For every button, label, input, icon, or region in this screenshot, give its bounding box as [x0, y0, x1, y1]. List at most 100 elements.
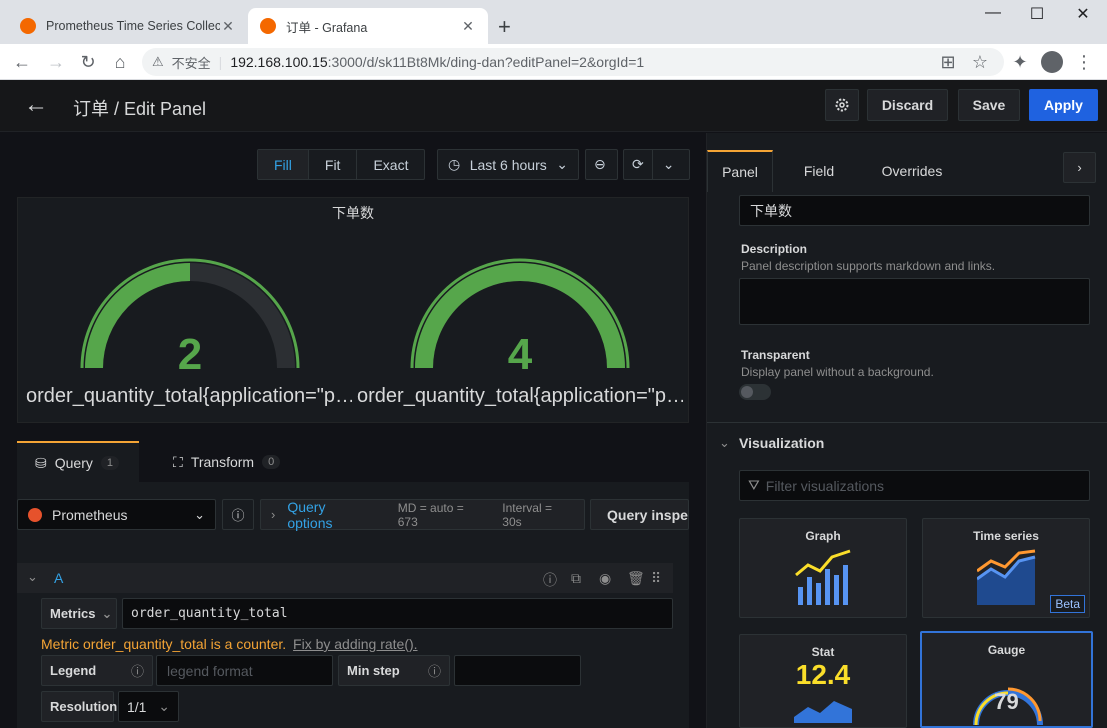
chevron-down-icon: ⌄: [101, 605, 113, 621]
query-ref-id[interactable]: A: [54, 570, 63, 586]
transform-icon: ⛶: [173, 453, 183, 470]
beta-badge: Beta: [1050, 595, 1085, 613]
query-inspector-button[interactable]: Query inspector: [590, 499, 689, 530]
viz-card-title: Time series: [973, 529, 1039, 543]
back-nav-icon[interactable]: ←: [10, 50, 34, 74]
grafana-favicon-icon: [20, 18, 36, 34]
close-tab-icon[interactable]: ✕: [220, 18, 236, 35]
transparent-sub: Display panel without a background.: [741, 365, 934, 379]
resolution-select[interactable]: 1/1 ⌄: [118, 691, 179, 722]
maximize-window-button[interactable]: ☐: [1014, 4, 1060, 24]
legend-input[interactable]: legend format: [156, 655, 333, 686]
filter-visualizations-input[interactable]: ⛛ Filter visualizations: [739, 470, 1090, 501]
minimize-window-button[interactable]: —: [970, 4, 1016, 22]
metrics-label: Metrics: [50, 606, 96, 621]
settings-button[interactable]: [825, 89, 859, 121]
viz-card-gauge[interactable]: Gauge 79: [920, 631, 1093, 728]
query-options-bar[interactable]: › Query options MD = auto = 673 Interval…: [260, 498, 585, 531]
datasource-picker[interactable]: Prometheus ⌄: [17, 499, 216, 530]
viz-card-title: Stat: [811, 645, 835, 659]
tab-field[interactable]: Field: [786, 150, 852, 192]
panel-title-input[interactable]: 下单数: [739, 195, 1090, 226]
duplicate-query-icon[interactable]: ⧉: [571, 570, 581, 587]
description-textarea[interactable]: [739, 278, 1090, 325]
apply-button[interactable]: Apply: [1029, 89, 1098, 121]
chevron-down-icon: ⌄: [158, 698, 170, 714]
url-divider: |: [218, 54, 223, 70]
refresh-icon[interactable]: ⟳: [624, 150, 653, 179]
drag-handle-icon[interactable]: ⠿: [651, 570, 661, 587]
not-secure-icon[interactable]: ⚠: [152, 54, 164, 70]
viz-card-time-series[interactable]: Time series Beta: [922, 518, 1090, 618]
close-window-button[interactable]: ✕: [1060, 4, 1106, 24]
browser-menu-icon[interactable]: ⋮: [1072, 50, 1096, 74]
transparent-toggle[interactable]: [739, 384, 771, 400]
legend-label-box: Legend ⓘ: [41, 655, 153, 686]
metrics-query-input[interactable]: order_quantity_total: [122, 598, 673, 629]
exact-mode-button[interactable]: Exact: [357, 150, 424, 179]
toggle-visibility-icon[interactable]: ◉: [599, 570, 611, 587]
gauge-1-value: 2: [177, 330, 203, 379]
browser-tab-grafana[interactable]: 订单 - Grafana ✕: [248, 8, 488, 44]
interval-info: Interval = 30s: [502, 500, 552, 529]
min-step-label-box: Min step ⓘ: [338, 655, 450, 686]
viz-card-stat[interactable]: Stat 12.4: [739, 634, 907, 728]
home-icon[interactable]: ⌂: [108, 50, 132, 74]
query-help-icon[interactable]: ⓘ: [543, 570, 557, 590]
extensions-icon[interactable]: ✦: [1008, 50, 1032, 74]
section-divider: [707, 422, 1107, 423]
url-field[interactable]: ⚠ 不安全 | 192.168.100.15 :3000/d/sk11Bt8Mk…: [142, 48, 1004, 76]
time-picker[interactable]: ◷ Last 6 hours ⌄: [437, 149, 579, 180]
fit-mode-button[interactable]: Fit: [309, 150, 358, 179]
url-host: 192.168.100.15: [230, 54, 328, 70]
min-step-input[interactable]: [454, 655, 581, 686]
query-inspector-label: Query inspector: [607, 506, 688, 523]
tab-transform[interactable]: ⛶ Transform 0: [155, 441, 298, 483]
collapse-pane-button[interactable]: ›: [1063, 152, 1096, 183]
back-arrow-icon[interactable]: ←: [24, 91, 48, 119]
forward-nav-icon[interactable]: →: [44, 50, 68, 74]
new-tab-button[interactable]: +: [498, 14, 511, 40]
page-title: 订单 / Edit Panel: [73, 99, 207, 119]
tab-panel[interactable]: Panel: [707, 150, 773, 192]
chevron-down-icon: ⌄: [556, 156, 568, 172]
zoom-out-button[interactable]: ⊖: [585, 149, 618, 180]
prometheus-logo-icon: [28, 507, 42, 522]
profile-avatar-icon[interactable]: [1041, 51, 1063, 73]
security-label[interactable]: 不安全: [172, 53, 211, 72]
gauge-2-label: order_quantity_total{application="p…: [357, 385, 683, 407]
reload-icon[interactable]: ↻: [76, 50, 100, 74]
collapse-chevron-icon[interactable]: ⌄: [27, 569, 38, 585]
translate-icon[interactable]: ⊞: [936, 50, 960, 74]
fill-mode-button[interactable]: Fill: [258, 150, 309, 179]
datasource-name: Prometheus: [52, 506, 128, 523]
chevron-down-icon[interactable]: ⌄: [719, 435, 730, 451]
bookmark-star-icon[interactable]: ☆: [968, 50, 992, 74]
discard-button[interactable]: Discard: [867, 89, 948, 121]
refresh-interval-chevron-icon[interactable]: ⌄: [653, 150, 685, 179]
close-tab-icon[interactable]: ✕: [460, 18, 476, 35]
time-range-label: Last 6 hours: [469, 156, 547, 173]
display-mode-group: Fill Fit Exact: [257, 149, 426, 180]
visualization-header[interactable]: Visualization: [739, 435, 824, 451]
delete-query-icon[interactable]: 🗑: [627, 570, 645, 587]
info-icon[interactable]: ⓘ: [428, 661, 441, 680]
metrics-button[interactable]: Metrics ⌄: [41, 598, 117, 629]
tab-overrides[interactable]: Overrides: [866, 150, 958, 192]
description-sub: Panel description supports markdown and …: [741, 259, 996, 273]
tab-title: 订单 - Grafana: [286, 20, 368, 35]
save-button[interactable]: Save: [958, 89, 1020, 121]
resolution-value: 1/1: [127, 698, 147, 715]
grafana-favicon-icon: [260, 18, 276, 34]
info-icon[interactable]: ⓘ: [131, 661, 144, 680]
refresh-group[interactable]: ⟳ ⌄: [623, 149, 690, 180]
viz-card-graph[interactable]: Graph: [739, 518, 907, 618]
tab-transform-count: 0: [262, 455, 281, 469]
datasource-help-button[interactable]: ⓘ: [222, 499, 254, 530]
stat-sparkline-icon: [794, 701, 852, 723]
clock-icon: ◷: [448, 156, 461, 172]
fix-rate-link[interactable]: Fix by adding rate().: [293, 636, 418, 652]
query-options-label: Query options: [287, 498, 333, 531]
browser-tab-prometheus[interactable]: Prometheus Time Series Collec ✕: [8, 8, 248, 44]
tab-query[interactable]: ⛁ Query 1: [17, 441, 139, 483]
